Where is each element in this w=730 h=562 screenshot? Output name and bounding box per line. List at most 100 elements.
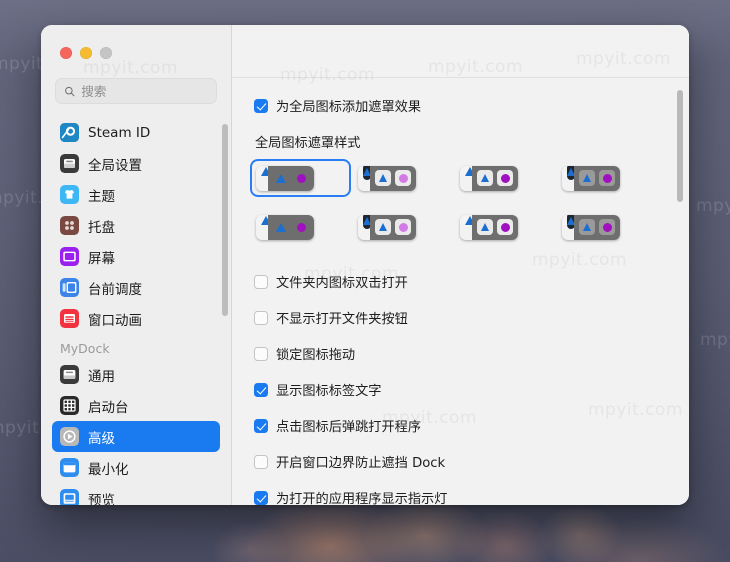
mask-style-option-1[interactable] xyxy=(250,159,351,197)
preview-left-half xyxy=(256,165,284,178)
preview-left-half xyxy=(358,214,384,229)
checkbox-row-folder-double-click[interactable]: 文件夹内图标双击打开 xyxy=(254,272,665,291)
checkbox-row-bounce-on-click[interactable]: 点击图标后弹跳打开程序 xyxy=(254,416,665,435)
sidebar-item-label: Steam ID xyxy=(88,124,151,141)
sidebar-item-global-settings[interactable]: 全局设置 xyxy=(52,148,220,179)
sidebar-list: Steam ID 全局设置 主题 托盘 屏幕 台前调度 窗口动画 MyDock … xyxy=(41,114,231,505)
mask-style-option-8[interactable] xyxy=(556,208,657,246)
checkbox-label: 文件夹内图标双击打开 xyxy=(276,276,408,291)
checkbox-folder-double-click[interactable] xyxy=(254,274,268,289)
preview-right-half xyxy=(574,214,620,240)
checkbox-row-window-boundary[interactable]: 开启窗口边界防止遮挡 Dock xyxy=(254,452,665,471)
preview-right-half xyxy=(268,214,314,240)
checkbox-lock-icon-drag[interactable] xyxy=(254,346,268,361)
sidebar-item-preview[interactable]: 预览 xyxy=(52,483,220,505)
preview-right-half xyxy=(472,165,518,191)
checkbox-hide-open-folder-button[interactable] xyxy=(254,310,268,325)
sidebar-item-window-animation[interactable]: 窗口动画 xyxy=(52,303,220,334)
mask-style-option-3[interactable] xyxy=(454,159,555,197)
settings-window: mpyit.com 搜索 Steam ID 全局设置 主题 托盘 屏幕 台前调度… xyxy=(41,25,689,505)
triangle-icon xyxy=(481,174,489,182)
circle-icon xyxy=(296,173,306,183)
triangle-icon xyxy=(276,222,286,232)
search-input[interactable] xyxy=(81,83,208,99)
sidebar-item-steam-id[interactable]: Steam ID xyxy=(52,117,220,148)
checkbox-row-show-icon-labels[interactable]: 显示图标标签文字 xyxy=(254,380,665,399)
search-icon xyxy=(65,86,75,96)
stage-manager-icon xyxy=(60,278,79,297)
checkbox-row-running-indicator[interactable]: 为打开的应用程序显示指示灯 xyxy=(254,488,665,505)
content-scrollbar-thumb[interactable] xyxy=(677,90,683,202)
mask-style-option-2[interactable] xyxy=(352,159,453,197)
titlebar: mpyit.com xyxy=(41,25,231,78)
mask-style-option-6[interactable] xyxy=(352,208,453,246)
close-button[interactable] xyxy=(60,47,72,59)
style-section-title: 全局图标遮罩样式 xyxy=(255,136,361,151)
triangle-icon xyxy=(379,223,387,231)
mask-style-preview xyxy=(562,165,620,191)
circle-icon xyxy=(296,222,306,232)
checkbox-label: 锁定图标拖动 xyxy=(276,348,356,363)
mask-style-preview xyxy=(358,165,416,191)
sidebar-item-screen[interactable]: 屏幕 xyxy=(52,241,220,272)
triangle-icon xyxy=(481,223,489,231)
badge-right xyxy=(375,170,391,186)
checkbox-running-indicator[interactable] xyxy=(254,490,268,505)
content-column: mpyit.com mpyit.com mpyit.com 为全局图标添加遮罩效… xyxy=(232,25,689,505)
mask-style-grid xyxy=(250,159,665,246)
sidebar-item-tray[interactable]: 托盘 xyxy=(52,210,220,241)
sidebar-item-label: 台前调度 xyxy=(88,281,142,298)
checkbox-show-icon-labels[interactable] xyxy=(254,382,268,397)
sidebar-item-stage-manager[interactable]: 台前调度 xyxy=(52,272,220,303)
checkbox-window-boundary[interactable] xyxy=(254,454,268,469)
zoom-button[interactable] xyxy=(100,47,112,59)
content-toolbar: mpyit.com mpyit.com mpyit.com xyxy=(232,25,689,85)
sidebar-scrollbar-thumb[interactable] xyxy=(222,124,228,316)
search-container xyxy=(41,78,231,114)
circle-icon xyxy=(500,173,510,183)
checkbox-label: 为全局图标添加遮罩效果 xyxy=(276,100,422,115)
checkbox-row-mask-effect[interactable]: 为全局图标添加遮罩效果 xyxy=(254,96,665,115)
circle-icon xyxy=(398,222,408,232)
sidebar-item-minimize[interactable]: 最小化 xyxy=(52,452,220,483)
sidebar-item-label: 屏幕 xyxy=(88,250,115,267)
sidebar-item-general[interactable]: 通用 xyxy=(52,359,220,390)
watermark: mpyit.com xyxy=(428,57,524,77)
preview-right-half xyxy=(370,165,416,191)
checkbox-label: 显示图标标签文字 xyxy=(276,384,382,399)
checkbox-mask-effect[interactable] xyxy=(254,98,268,113)
circle-icon xyxy=(398,173,408,183)
mask-style-option-5[interactable] xyxy=(250,208,351,246)
badge-right-2 xyxy=(497,170,513,186)
sidebar-item-label: 托盘 xyxy=(88,219,115,236)
minimize-button[interactable] xyxy=(80,47,92,59)
mask-style-preview xyxy=(358,214,416,240)
sidebar-item-label: 窗口动画 xyxy=(88,312,142,329)
search-box[interactable] xyxy=(55,78,217,104)
checkbox-label: 不显示打开文件夹按钮 xyxy=(276,312,408,327)
sidebar-item-label: 通用 xyxy=(88,368,115,385)
circle-icon xyxy=(602,173,612,183)
preview-icon xyxy=(60,489,79,505)
circle-icon xyxy=(602,222,612,232)
mask-style-option-7[interactable] xyxy=(454,208,555,246)
mask-style-option-4[interactable] xyxy=(556,159,657,197)
theme-icon xyxy=(60,185,79,204)
checkbox-label: 开启窗口边界防止遮挡 Dock xyxy=(276,456,446,471)
badge-right-2 xyxy=(599,219,615,235)
window-animation-icon xyxy=(60,309,79,328)
tray-icon xyxy=(60,216,79,235)
preview-right-half xyxy=(268,165,314,191)
checkbox-bounce-on-click[interactable] xyxy=(254,418,268,433)
checkbox-row-lock-icon-drag[interactable]: 锁定图标拖动 xyxy=(254,344,665,363)
checkbox-row-hide-open-folder-button[interactable]: 不显示打开文件夹按钮 xyxy=(254,308,665,327)
sidebar-item-advanced[interactable]: 高级 xyxy=(52,421,220,452)
checkbox-label: 点击图标后弹跳打开程序 xyxy=(276,420,422,435)
badge-right xyxy=(273,219,289,235)
sidebar-item-theme[interactable]: 主题 xyxy=(52,179,220,210)
watermark: mpyit.com xyxy=(532,250,628,270)
preview-right-half xyxy=(472,214,518,240)
sidebar-item-launchpad[interactable]: 启动台 xyxy=(52,390,220,421)
badge-right-2 xyxy=(599,170,615,186)
circle-icon xyxy=(500,222,510,232)
